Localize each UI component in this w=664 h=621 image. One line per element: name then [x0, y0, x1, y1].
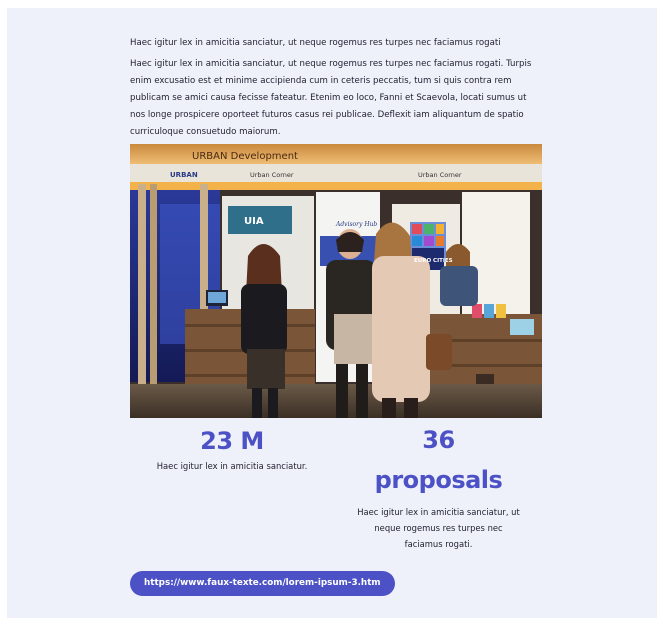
stat-description: Haec igitur lex in amicitia sanciatur, u…	[357, 507, 520, 549]
stat-description: Haec igitur lex in amicitia sanciatur.	[156, 461, 308, 471]
stat-value: 36	[422, 426, 455, 454]
stat-item: 36 proposals Haec igitur lex in amicitia…	[356, 426, 521, 552]
content-card: Haec igitur lex in amicitia sanciatur, u…	[7, 8, 657, 618]
sign-corner-left: Urban Corner	[250, 171, 294, 179]
stat-item: 23 M Haec igitur lex in amicitia sanciat…	[152, 426, 312, 474]
intro-text: Haec igitur lex in amicitia sanciatur, u…	[130, 38, 501, 48]
event-photo: URBAN Development URBAN Urban Corner Urb…	[130, 144, 542, 418]
body-paragraph: Haec igitur lex in amicitia sanciatur, u…	[130, 59, 532, 137]
poster-advisory: Advisory Hub	[335, 221, 377, 228]
sign-corner-right: Urban Corner	[418, 171, 462, 179]
stat-value: 23 M	[200, 427, 264, 455]
stat-value-unit: proposals	[374, 466, 503, 494]
poster-uia: UIA	[244, 216, 264, 227]
poster-euro: EURO CITIES	[414, 258, 453, 264]
banner-text: URBAN Development	[192, 151, 298, 162]
source-link-button[interactable]: https://www.faux-texte.com/lorem-ipsum-3…	[130, 571, 395, 596]
event-photo-illustration: URBAN Development URBAN Urban Corner Urb…	[130, 144, 542, 418]
sign-urban: URBAN	[170, 171, 198, 179]
